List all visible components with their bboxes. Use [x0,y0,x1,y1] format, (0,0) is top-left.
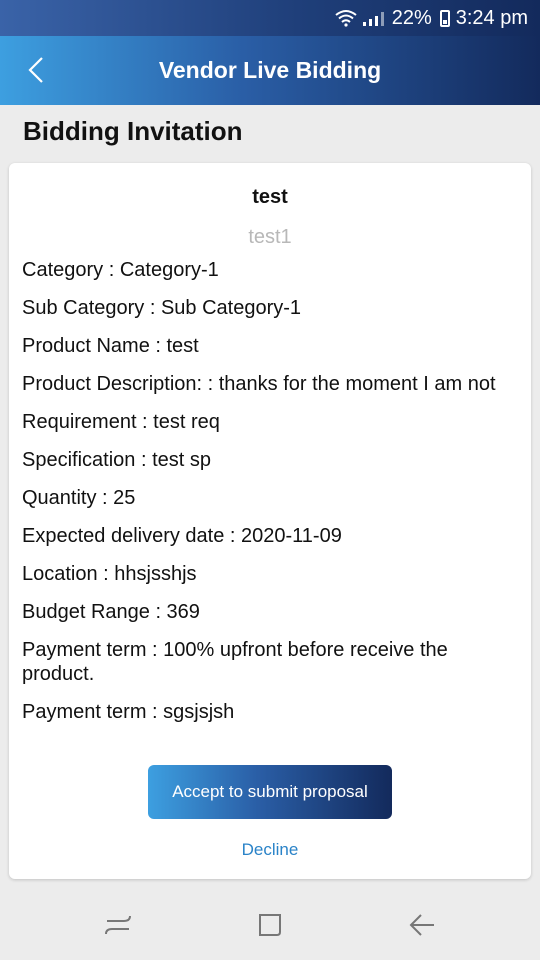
back-button[interactable] [16,50,56,90]
field-budget-range: Budget Range : 369 [22,601,200,623]
card-title: test [252,186,288,208]
decline-button[interactable]: Decline [0,840,540,860]
field-location: Location : hhsjsshjs [22,563,197,585]
home-icon [257,912,283,938]
app-title: Vendor Live Bidding [158,57,382,83]
recents-button[interactable] [98,910,138,940]
signal-icon [362,10,384,26]
battery-percent: 22% [391,6,432,29]
page-title: Bidding Invitation [23,116,243,146]
status-bar: 22% 3:24 pm [0,0,540,36]
field-specification: Specification : test sp [22,449,211,471]
field-delivery-date: Expected delivery date : 2020-11-09 [22,525,342,547]
recents-icon [104,912,132,938]
field-category: Category : Category-1 [22,259,219,281]
wifi-icon [335,9,357,27]
field-sub-category: Sub Category : Sub Category-1 [22,297,302,319]
details-list: Category : Category-1 Sub Category : Sub… [22,258,518,738]
battery-icon [439,9,450,27]
field-payment-term: Payment term : 100% upfront before recei… [22,639,448,685]
system-nav-bar [0,890,540,960]
field-payment-term-2: Payment term : sgsjsjsh [22,701,235,723]
card-subtitle: test1 [248,226,292,248]
clock: 3:24 pm [455,6,528,29]
home-button[interactable] [250,910,290,940]
field-product-name: Product Name : test [22,335,199,357]
field-product-description: Product Description: : thanks for the mo… [22,373,496,395]
app-bar: Vendor Live Bidding [0,36,540,105]
chevron-left-icon [28,56,44,84]
field-quantity: Quantity : 25 [22,487,136,509]
accept-proposal-button[interactable]: Accept to submit proposal [148,765,392,819]
back-nav-button[interactable] [402,910,442,940]
field-requirement: Requirement : test req [22,411,220,433]
arrow-left-icon [408,912,436,938]
